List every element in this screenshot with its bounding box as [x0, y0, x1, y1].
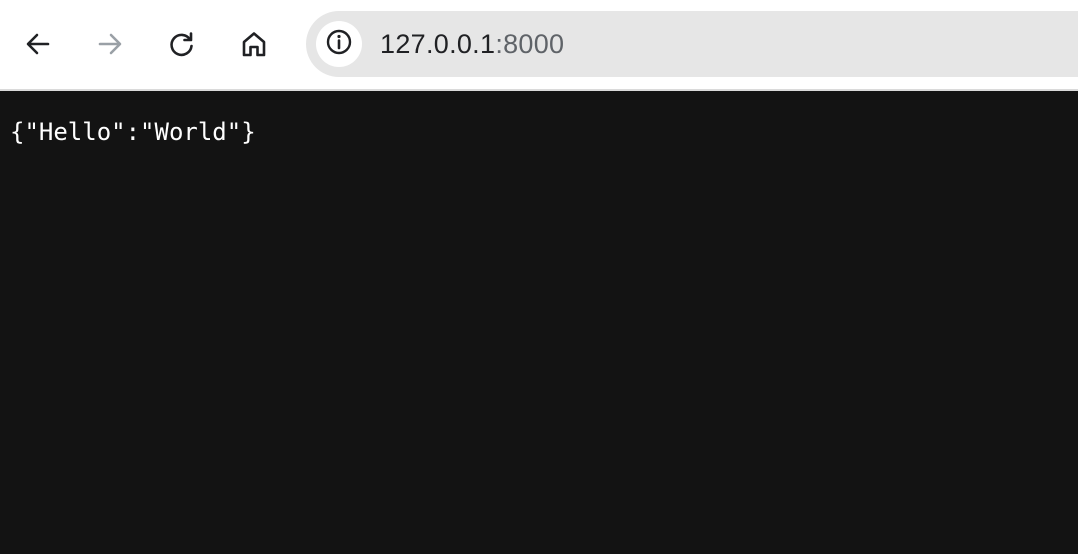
info-icon — [325, 28, 353, 61]
url-text[interactable]: 127.0.0.1:8000 — [380, 11, 564, 77]
site-info-button[interactable] — [316, 21, 362, 67]
arrow-left-icon — [24, 30, 52, 58]
reload-icon — [168, 30, 196, 58]
url-port: :8000 — [495, 29, 565, 59]
forward-button[interactable] — [88, 22, 132, 66]
back-button[interactable] — [16, 22, 60, 66]
json-response-text: {"Hello":"World"} — [10, 118, 256, 146]
address-bar[interactable]: 127.0.0.1:8000 — [306, 11, 1078, 77]
arrow-right-icon — [96, 30, 124, 58]
home-icon — [240, 30, 268, 58]
browser-toolbar: 127.0.0.1:8000 — [0, 0, 1078, 91]
url-host: 127.0.0.1 — [380, 29, 496, 59]
page-content: {"Hello":"World"} — [0, 91, 1078, 554]
reload-button[interactable] — [160, 22, 204, 66]
home-button[interactable] — [232, 22, 276, 66]
